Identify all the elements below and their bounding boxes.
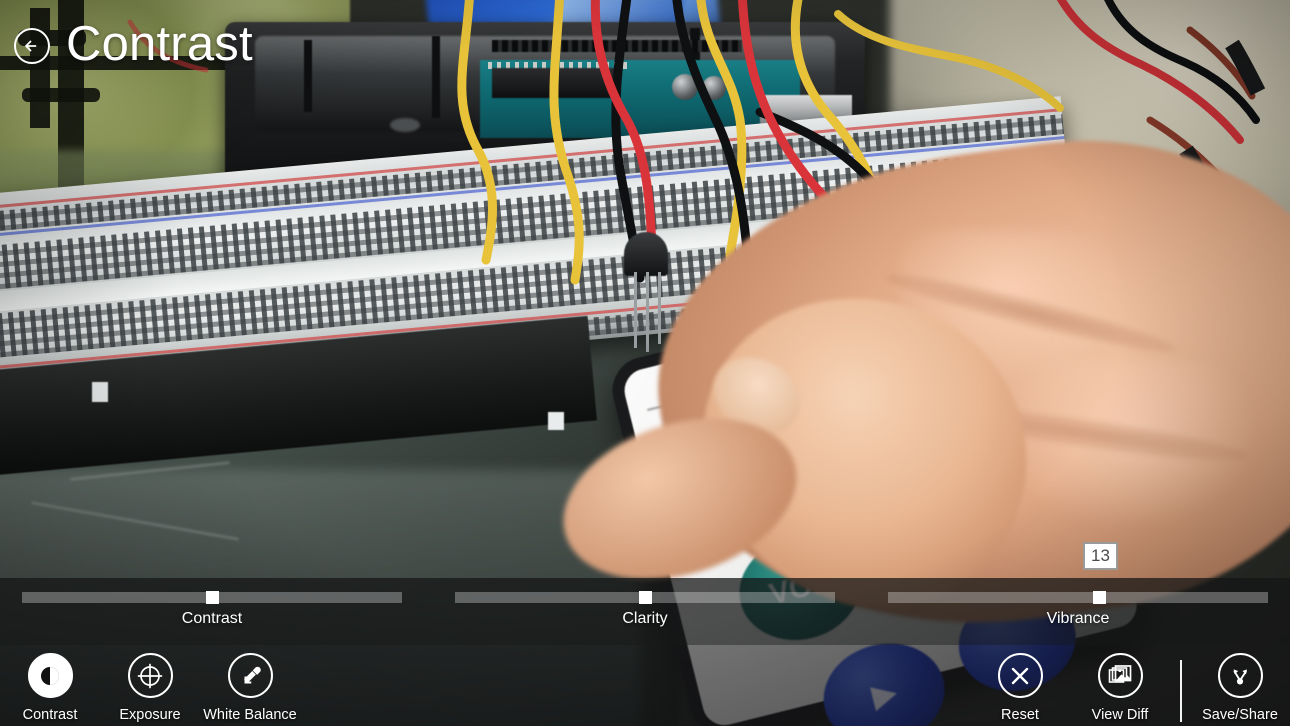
command-view-diff-label: View Diff [1091,707,1149,723]
vibrance-slider-label: Vibrance [1046,610,1110,627]
command-exposure-label: Exposure [119,707,181,723]
eyedropper-icon [244,666,261,683]
slider-value-tooltip: 13 [1083,542,1118,570]
appbar-divider [1180,660,1182,722]
white-balance-icon-ring [227,653,273,698]
clarity-slider-thumb[interactable] [639,591,652,604]
photo-ir-leg-1 [634,272,637,348]
slider-panel: Contrast Clarity Vibrance [0,578,1290,645]
vibrance-slider-thumb[interactable] [1092,591,1106,604]
crosshair-icon [137,663,163,688]
exposure-icon-ring [127,653,173,698]
command-exposure[interactable]: Exposure [98,653,202,723]
save-share-icon-ring [1217,653,1263,698]
photo-ir-leg-2 [646,272,649,352]
command-contrast-label: Contrast [22,707,78,723]
view-diff-icon-ring [1097,653,1143,698]
share-icon [1233,668,1247,684]
command-save-share[interactable]: Save/Share [1188,653,1290,723]
photo-ir-receiver [624,232,668,276]
clarity-slider-track[interactable] [455,591,835,604]
vibrance-slider-track[interactable] [888,591,1268,604]
back-arrow-icon [25,40,37,52]
contrast-slider-track[interactable] [22,591,402,604]
command-save-share-label: Save/Share [1202,707,1278,723]
contrast-slider-thumb[interactable] [206,591,219,604]
contrast-icon-ring [27,653,73,698]
slider-value-text: 13 [1091,546,1110,565]
app-bar: Contrast Exposure White Balance Reset Vi… [0,645,1290,726]
contrast-slider-label: Contrast [181,610,243,627]
command-white-balance[interactable]: White Balance [198,653,302,723]
back-button[interactable] [14,28,50,64]
contrast-icon [41,666,59,685]
photo-editor-app: CHANNEL CH- CH+ VOL ▶ Contrast 13 [0,0,1290,726]
slider-group-vibrance: Vibrance [888,578,1268,645]
photo-ir-leg-3 [658,272,661,344]
command-reset[interactable]: Reset [968,653,1072,723]
command-contrast[interactable]: Contrast [0,653,102,723]
photo-stack-icon [1108,664,1132,683]
reset-icon-ring [997,653,1043,698]
command-white-balance-label: White Balance [203,707,297,723]
close-x-icon [1011,667,1029,684]
slider-group-clarity: Clarity [455,578,835,645]
command-reset-label: Reset [1001,707,1039,723]
page-header: Contrast [0,0,253,88]
command-view-diff[interactable]: View Diff [1068,653,1172,723]
clarity-slider-label: Clarity [622,610,668,627]
slider-group-contrast: Contrast [22,578,402,645]
page-title: Contrast [66,16,253,71]
